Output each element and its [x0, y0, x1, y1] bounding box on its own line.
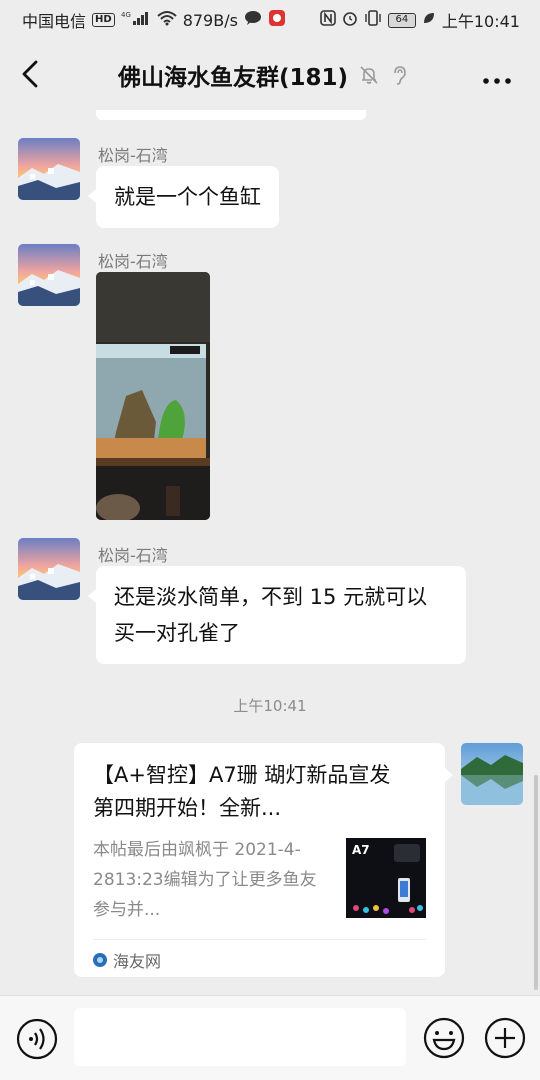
carrier-label: 中国电信	[22, 12, 87, 31]
source-name: 海友网	[113, 952, 162, 971]
back-arrow-icon	[22, 60, 38, 88]
more-button[interactable]	[482, 70, 512, 84]
emoji-button[interactable]	[422, 1016, 466, 1060]
link-card[interactable]: 【A+智控】A7珊 瑚灯新品宣发 第四期开始！全新... 本帖最后由飒枫于 20…	[74, 743, 453, 977]
link-card-source: 海友网	[93, 948, 161, 972]
signal-icon: 4G	[121, 10, 151, 31]
coral-light-product-image: A7	[346, 838, 426, 918]
chat-header: 佛山海水鱼友群(181)	[0, 38, 540, 110]
scrollbar[interactable]	[534, 775, 538, 990]
message-text: 就是一个个鱼缸	[114, 185, 261, 209]
link-card-title: 【A+智控】A7珊 瑚灯新品宣发 第四期开始！全新...	[93, 763, 391, 820]
alarm-icon	[342, 10, 358, 31]
sunset-village-avatar-image	[18, 138, 80, 200]
voice-icon	[16, 1018, 58, 1060]
plus-icon	[484, 1017, 526, 1059]
network-speed: 879B/s	[182, 10, 238, 30]
sunset-village-avatar-image	[18, 538, 80, 600]
leaf-icon	[422, 11, 436, 30]
source-logo-icon	[93, 953, 107, 967]
emoji-icon	[423, 1017, 465, 1059]
title-area: 佛山海水鱼友群(181)	[118, 58, 410, 92]
status-left: 中国电信 HD 4G 879B/s	[22, 8, 286, 32]
card-divider	[93, 939, 426, 940]
battery-icon: 64	[387, 12, 416, 28]
previous-message-bubble	[96, 110, 366, 120]
ear-icon	[394, 66, 406, 85]
sunset-village-avatar-image	[18, 244, 80, 306]
clock: 上午10:41	[441, 12, 520, 31]
message-text: 还是淡水简单，不到 15 元就可以买一对孔雀了	[114, 585, 428, 645]
my-avatar[interactable]	[461, 743, 523, 805]
mute-bell-icon	[360, 66, 378, 84]
sender-name: 松岗-石湾	[98, 146, 168, 165]
more-dots-icon	[483, 78, 511, 84]
link-card-thumb-label: A7	[352, 843, 370, 857]
hd-icon: HD	[92, 13, 115, 27]
vibrate-icon	[364, 9, 382, 31]
sender-name: 松岗-石湾	[98, 546, 168, 565]
avatar[interactable]	[18, 538, 80, 600]
nfc-icon	[320, 9, 336, 31]
message-bubble[interactable]: 还是淡水简单，不到 15 元就可以买一对孔雀了	[88, 566, 466, 664]
app-notification-icon	[268, 9, 286, 32]
chat-title: 佛山海水鱼友群(181)	[118, 65, 349, 91]
status-bar: 中国电信 HD 4G 879B/s 64 上午10:41	[0, 0, 540, 38]
message-timestamp: 上午10:41	[233, 697, 307, 715]
wifi-icon	[157, 10, 177, 31]
link-card-thumbnail: A7	[346, 838, 426, 918]
wechat-notification-icon	[244, 10, 262, 31]
status-right: 64 上午10:41	[320, 8, 520, 32]
fish-tank-photo[interactable]	[96, 272, 210, 520]
more-functions-button[interactable]	[483, 1016, 527, 1060]
voice-button[interactable]	[16, 1018, 58, 1060]
sender-name: 松岗-石湾	[98, 252, 168, 271]
back-button[interactable]	[14, 56, 50, 92]
fish-tank-image	[96, 272, 210, 520]
avatar[interactable]	[18, 244, 80, 306]
lake-landscape-avatar-image	[461, 743, 523, 805]
message-bubble[interactable]: 就是一个个鱼缸	[88, 166, 279, 228]
link-card-description: 本帖最后由飒枫于 2021-4-2813:23编辑为了让更多鱼友参与并...	[93, 840, 317, 920]
message-input[interactable]	[74, 1008, 406, 1066]
input-bar	[0, 995, 540, 1080]
svg-text:4G: 4G	[121, 11, 131, 19]
avatar[interactable]	[18, 138, 80, 200]
message-list[interactable]: 松岗-石湾 就是一个个鱼缸 松岗-石湾 松岗-石湾 还是淡水简单，不到 15 元…	[0, 110, 540, 995]
